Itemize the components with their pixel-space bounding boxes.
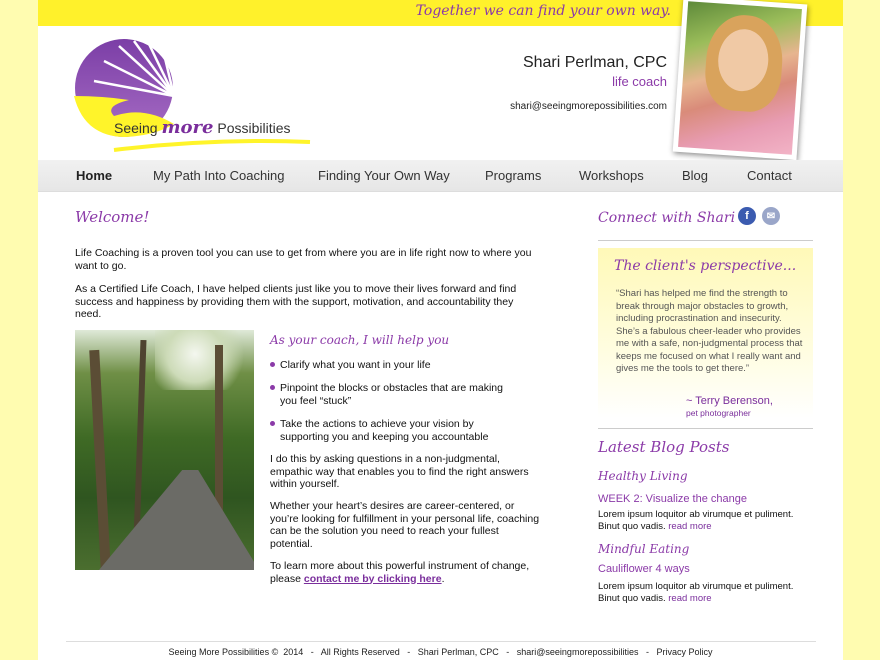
nav-finding-your-own-way[interactable]: Finding Your Own Way (318, 168, 450, 183)
blog-excerpt: Lorem ipsum loquitor ab virumque et puli… (598, 509, 794, 532)
nav-programs[interactable]: Programs (485, 168, 541, 183)
blog-post-title[interactable]: Cauliflower 4 ways (598, 563, 690, 575)
divider (598, 240, 813, 241)
testimonial-role: pet photographer (686, 408, 751, 418)
bullet-text: Pinpoint the blocks or obstacles that ar… (280, 382, 503, 407)
bullet-dot-icon (270, 421, 275, 426)
connect-heading: Connect with Shari (598, 210, 736, 226)
read-more-link[interactable]: read more (668, 521, 711, 532)
coach-help-heading: As your coach, I will help you (270, 333, 450, 347)
coach-title: life coach (612, 74, 667, 89)
footer: Seeing More Possibilities © 2014 - All R… (168, 647, 713, 657)
page-title: Welcome! (75, 208, 150, 226)
contact-block: Shari Perlman, CPC life coach shari@seei… (510, 54, 667, 112)
help-bullet: Take the actions to achieve your vision … (270, 418, 510, 443)
nav-home[interactable]: Home (76, 168, 112, 183)
testimonial-heading: The client's perspective... (614, 258, 797, 274)
help-bullet: Pinpoint the blocks or obstacles that ar… (270, 382, 510, 407)
intro-paragraph: Life Coaching is a proven tool you can u… (75, 247, 532, 272)
blog-post-title[interactable]: WEEK 2: Visualize the change (598, 493, 747, 505)
logo-word-possibilities: Possibilities (217, 120, 291, 136)
blog-category[interactable]: Healthy Living (598, 469, 688, 483)
divider (598, 428, 813, 429)
nav-contact[interactable]: Contact (747, 168, 792, 183)
learn-more-paragraph: To learn more about this powerful instru… (270, 560, 530, 585)
blog-category[interactable]: Mindful Eating (598, 542, 689, 556)
desires-paragraph: Whether your heart’s desires are career-… (270, 500, 540, 550)
method-paragraph: I do this by asking questions in a non-j… (270, 453, 529, 490)
bullet-dot-icon (270, 362, 275, 367)
testimonial-box: The client's perspective... “Shari has h… (598, 248, 813, 418)
testimonial-author: ~ Terry Berenson, (686, 395, 773, 407)
bullet-dot-icon (270, 385, 275, 390)
blog-heading: Latest Blog Posts (598, 438, 730, 456)
footer-divider (66, 641, 816, 642)
tagline: Together we can find your own way. (415, 3, 671, 19)
logo-word-more: more (161, 117, 214, 138)
logo-wordmark: Seeing more Possibilities (114, 117, 291, 138)
nav-my-path[interactable]: My Path Into Coaching (153, 168, 285, 183)
help-bullet: Clarify what you want in your life (270, 359, 510, 372)
road-photo (75, 330, 254, 570)
bullet-text: Clarify what you want in your life (280, 359, 431, 371)
contact-link[interactable]: contact me by clicking here (304, 573, 442, 585)
blog-excerpt: Lorem ipsum loquitor ab virumque et puli… (598, 581, 794, 604)
coach-name: Shari Perlman, CPC (522, 54, 667, 71)
read-more-link[interactable]: read more (668, 593, 711, 604)
logo-word-seeing: Seeing (114, 120, 158, 136)
nav-workshops[interactable]: Workshops (579, 168, 644, 183)
coach-photo (672, 0, 808, 161)
email-icon[interactable]: ✉ (762, 207, 780, 225)
testimonial-quote: “Shari has helped me find the strength t… (616, 288, 803, 374)
bullet-text: Take the actions to achieve your vision … (280, 418, 489, 443)
coach-email[interactable]: shari@seeingmorepossibilities.com (510, 101, 667, 112)
facebook-icon[interactable]: f (738, 207, 756, 225)
main-nav: Home My Path Into Coaching Finding Your … (38, 160, 843, 192)
page: Together we can find your own way. Seein… (38, 0, 843, 660)
certified-paragraph: As a Certified Life Coach, I have helped… (75, 283, 517, 320)
nav-blog[interactable]: Blog (682, 168, 708, 183)
